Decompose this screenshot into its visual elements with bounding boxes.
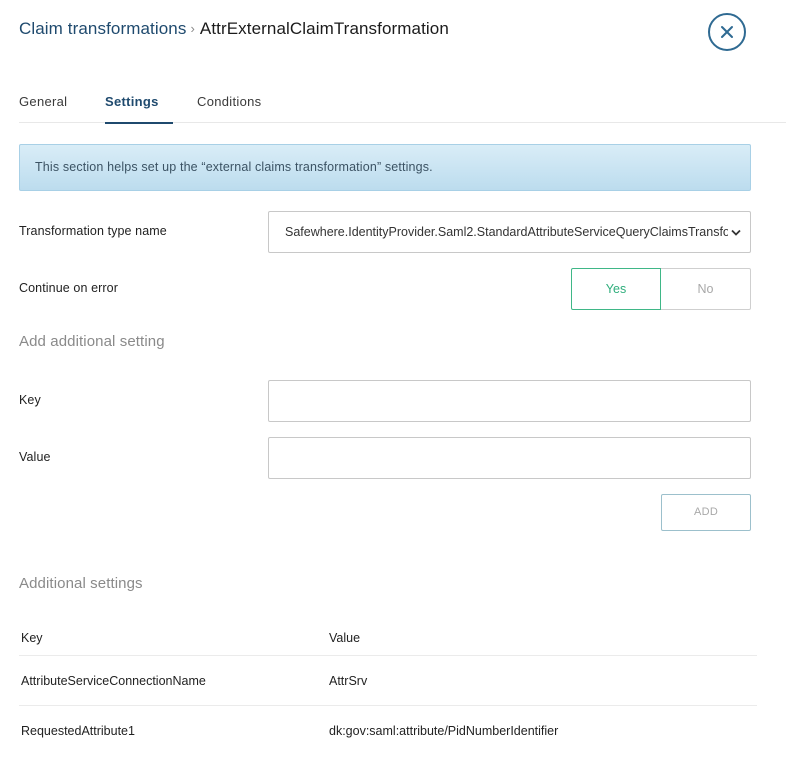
setting-key: AttributeServiceConnectionName bbox=[21, 674, 206, 688]
additional-settings-table: Key Value AttributeServiceConnectionName… bbox=[19, 620, 757, 756]
transformation-type-label: Transformation type name bbox=[19, 224, 167, 238]
setting-value: AttrSrv bbox=[329, 674, 368, 688]
continue-on-error-yes-button[interactable]: Yes bbox=[571, 268, 661, 310]
close-button[interactable] bbox=[708, 13, 746, 51]
tab-conditions[interactable]: Conditions bbox=[197, 89, 261, 123]
table-row[interactable]: RequestedAttribute1 dk:gov:saml:attribut… bbox=[19, 706, 757, 756]
column-header-value: Value bbox=[329, 631, 361, 645]
continue-on-error-label: Continue on error bbox=[19, 281, 118, 295]
breadcrumb-separator: › bbox=[190, 21, 195, 36]
value-input[interactable] bbox=[268, 437, 751, 479]
add-setting-heading: Add additional setting bbox=[19, 333, 165, 350]
info-alert: This section helps set up the “external … bbox=[19, 144, 751, 191]
add-setting-button[interactable]: ADD bbox=[661, 494, 751, 531]
value-label: Value bbox=[19, 450, 51, 464]
tab-bar: General Settings Conditions bbox=[19, 89, 786, 124]
breadcrumb: Claim transformations › AttrExternalClai… bbox=[19, 18, 449, 40]
table-header-row: Key Value bbox=[19, 620, 757, 656]
transformation-type-value: Safewhere.IdentityProvider.Saml2.Standar… bbox=[285, 225, 745, 239]
additional-settings-heading: Additional settings bbox=[19, 575, 143, 592]
setting-value: dk:gov:saml:attribute/PidNumberIdentifie… bbox=[329, 724, 559, 738]
continue-on-error-no-button[interactable]: No bbox=[661, 268, 751, 310]
chevron-down-icon bbox=[728, 212, 744, 252]
setting-key: RequestedAttribute1 bbox=[21, 724, 135, 738]
breadcrumb-parent-link[interactable]: Claim transformations bbox=[19, 18, 186, 40]
continue-on-error-toggle: Yes No bbox=[571, 268, 751, 310]
transformation-type-select[interactable]: Safewhere.IdentityProvider.Saml2.Standar… bbox=[268, 211, 751, 253]
tab-general[interactable]: General bbox=[19, 89, 67, 123]
key-input[interactable] bbox=[268, 380, 751, 422]
column-header-key: Key bbox=[21, 631, 43, 645]
close-icon bbox=[721, 26, 733, 38]
key-label: Key bbox=[19, 393, 41, 407]
page-title: AttrExternalClaimTransformation bbox=[199, 19, 449, 38]
table-row[interactable]: AttributeServiceConnectionName AttrSrv bbox=[19, 656, 757, 706]
claim-transformation-settings-page: Claim transformations › AttrExternalClai… bbox=[0, 0, 786, 764]
tab-settings[interactable]: Settings bbox=[105, 89, 173, 124]
